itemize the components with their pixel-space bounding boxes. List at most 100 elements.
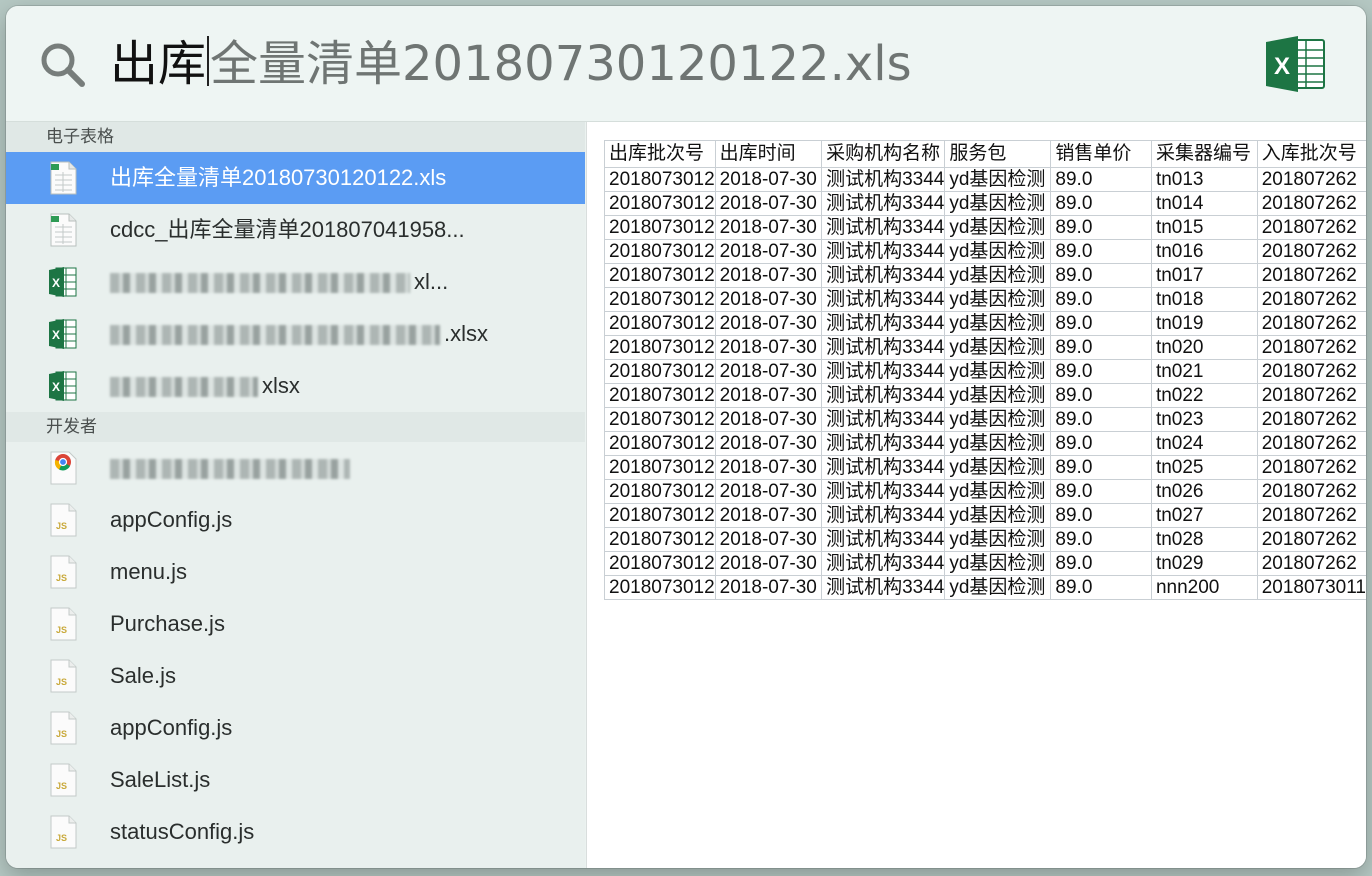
xls-file-icon — [50, 161, 77, 195]
table-cell: tn017 — [1150, 263, 1258, 288]
svg-text:JS: JS — [56, 781, 67, 791]
table-cell: 201807262 — [1256, 479, 1366, 504]
table-cell: tn013 — [1150, 167, 1258, 192]
table-cell: 201807262 — [1256, 455, 1366, 480]
sheet-header-row: 出库批次号 出库时间 采购机构名称 服务包 销售单价 采集器编号 入库批次号 — [604, 140, 1366, 168]
result-item-js[interactable]: JS menu.js — [6, 546, 585, 598]
table-cell: 2018-07-30 — [714, 311, 823, 336]
table-cell: 201807262 — [1256, 383, 1366, 408]
table-cell: tn016 — [1150, 239, 1258, 264]
table-cell: 2018-07-30 — [714, 551, 823, 576]
table-cell: yd基因检测 — [944, 575, 1052, 600]
table-cell: 2018073012 — [604, 191, 716, 216]
table-cell: 2018073012 — [604, 359, 716, 384]
table-cell: 2018073012 — [604, 335, 716, 360]
search-completion-text: 全量清单20180730120122.xls — [210, 36, 912, 92]
svg-text:X: X — [1274, 53, 1290, 80]
table-cell: 2018073012 — [604, 311, 716, 336]
table-cell: 201807262 — [1256, 527, 1366, 552]
table-cell: 201807262 — [1256, 191, 1366, 216]
result-label: statusConfig.js — [110, 819, 255, 844]
table-cell: 2018073012 — [604, 167, 716, 192]
table-cell: 89.0 — [1050, 479, 1152, 504]
table-cell: 测试机构3344 — [821, 335, 946, 360]
table-cell: 测试机构3344 — [821, 407, 946, 432]
result-item-js[interactable]: JS statusConfig.js — [6, 806, 585, 858]
result-item-js[interactable]: JS Purchase.js — [6, 598, 585, 650]
table-cell: yd基因检测 — [944, 479, 1052, 504]
excel-file-icon: X — [49, 267, 77, 297]
js-file-icon: JS — [50, 815, 77, 849]
table-cell: 89.0 — [1050, 383, 1152, 408]
table-cell: 测试机构3344 — [821, 287, 946, 312]
table-cell: 89.0 — [1050, 431, 1152, 456]
table-row: 2018073012 2018-07-30 测试机构3344 yd基因检测 89.0 tn… — [604, 527, 1366, 552]
table-cell: 201807262 — [1256, 311, 1366, 336]
table-cell: tn025 — [1150, 455, 1258, 480]
result-item-xls-selected[interactable]: 出库全量清单20180730120122.xls — [6, 152, 585, 204]
table-cell: 89.0 — [1050, 455, 1152, 480]
table-row: 2018073012 2018-07-30 测试机构3344 yd基因检测 89.0 tn… — [604, 191, 1366, 216]
result-item-js[interactable]: JS Sale.js — [6, 650, 585, 702]
result-item-js[interactable]: JS appConfig.js — [6, 702, 585, 754]
table-row: 2018073012 2018-07-30 测试机构3344 yd基因检测 89.0 tn… — [604, 383, 1366, 408]
js-file-icon: JS — [50, 659, 77, 693]
result-label: Sale.js — [110, 663, 177, 688]
table-cell: 89.0 — [1050, 215, 1152, 240]
table-cell: yd基因检测 — [944, 215, 1052, 240]
table-cell: 测试机构3344 — [821, 263, 946, 288]
result-item-js[interactable]: JS SaleList.js — [6, 754, 585, 806]
result-item-xlsx-obscured[interactable]: X .xlsx — [6, 308, 585, 360]
table-cell: 测试机构3344 — [821, 383, 946, 408]
result-label-obscured: .xlsx — [110, 308, 488, 360]
table-cell: yd基因检测 — [944, 503, 1052, 528]
result-item-xlsx-obscured[interactable]: X xlsx — [6, 360, 585, 412]
table-cell: yd基因检测 — [944, 239, 1052, 264]
table-cell: 测试机构3344 — [821, 191, 946, 216]
table-cell: 201807262 — [1256, 335, 1366, 360]
result-label: Purchase.js — [110, 611, 225, 636]
table-cell: 2018073011 — [1256, 575, 1366, 600]
table-cell: yd基因检测 — [944, 551, 1052, 576]
result-item-xlsx-obscured[interactable]: X xl... — [6, 256, 585, 308]
table-cell: 测试机构3344 — [821, 239, 946, 264]
results-list: 电子表格 出库全量清单20180730120122.xls cdcc_出库全量清… — [6, 122, 585, 868]
table-cell: 测试机构3344 — [821, 455, 946, 480]
table-cell: tn023 — [1150, 407, 1258, 432]
table-cell: tn018 — [1150, 287, 1258, 312]
table-cell: 89.0 — [1050, 527, 1152, 552]
result-label: appConfig.js — [110, 715, 233, 740]
table-cell: tn020 — [1150, 335, 1258, 360]
table-cell: 201807262 — [1256, 503, 1366, 528]
column-header: 采集器编号 — [1150, 140, 1258, 168]
table-cell: nnn200 — [1150, 575, 1258, 600]
table-cell: 测试机构3344 — [821, 431, 946, 456]
section-header-developer: 开发者 — [6, 412, 585, 442]
table-cell: 测试机构3344 — [821, 359, 946, 384]
result-item-xls[interactable]: cdcc_出库全量清单201807041958... — [6, 204, 585, 256]
table-cell: 2018-07-30 — [714, 575, 823, 600]
table-cell: 89.0 — [1050, 551, 1152, 576]
result-label: menu.js — [110, 559, 188, 584]
table-cell: 测试机构3344 — [821, 167, 946, 192]
column-header: 出库时间 — [714, 140, 823, 168]
table-cell: 2018-07-30 — [714, 287, 823, 312]
excel-file-icon: X — [49, 319, 77, 349]
result-item-js[interactable]: JS appConfig.js — [6, 494, 585, 546]
table-cell: tn019 — [1150, 311, 1258, 336]
table-cell: 2018073012 — [604, 383, 716, 408]
table-cell: 89.0 — [1050, 575, 1152, 600]
search-input[interactable]: 出库全量清单20180730120122.xls — [110, 30, 912, 98]
spreadsheet-preview: 出库批次号 出库时间 采购机构名称 服务包 销售单价 采集器编号 入库批次号 2018073… — [604, 140, 1366, 600]
section-header-spreadsheets: 电子表格 — [6, 122, 585, 152]
table-row: 2018073012 2018-07-30 测试机构3344 yd基因检测 89.0 nn… — [604, 575, 1366, 600]
table-row: 2018073012 2018-07-30 测试机构3344 yd基因检测 89.0 tn… — [604, 551, 1366, 576]
table-cell: 2018-07-30 — [714, 167, 823, 192]
table-row: 2018073012 2018-07-30 测试机构3344 yd基因检测 89.0 tn… — [604, 287, 1366, 312]
result-item-chrome-obscured[interactable] — [6, 442, 585, 494]
table-row: 2018073012 2018-07-30 测试机构3344 yd基因检测 89.0 tn… — [604, 455, 1366, 480]
search-bar[interactable]: 出库全量清单20180730120122.xls X — [6, 6, 1366, 122]
table-cell: 2018-07-30 — [714, 431, 823, 456]
svg-text:JS: JS — [56, 677, 67, 687]
table-cell: tn027 — [1150, 503, 1258, 528]
